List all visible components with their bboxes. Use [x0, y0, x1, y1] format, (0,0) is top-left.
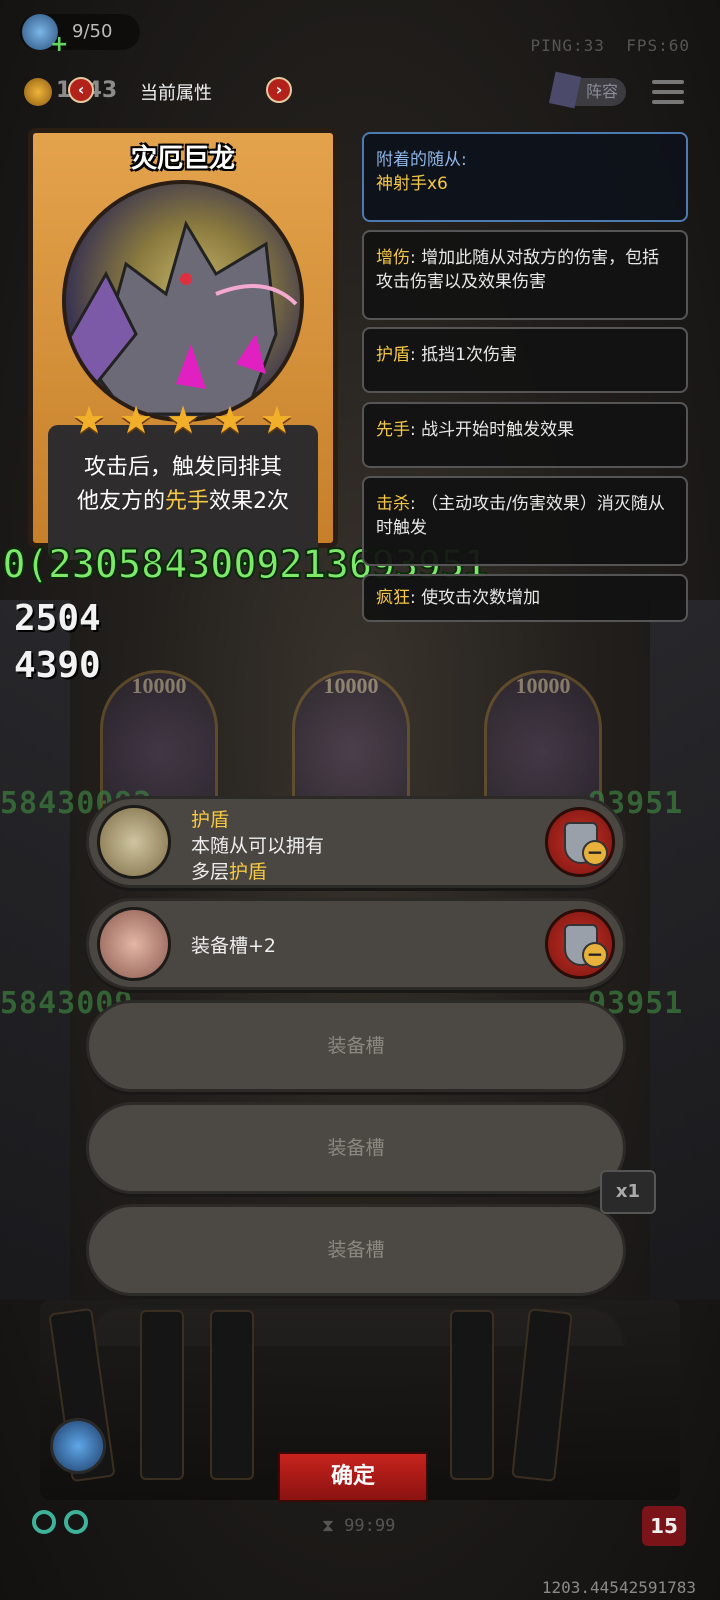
keyword-info-first-strike: 先手: 战斗开始时触发效果	[362, 402, 688, 468]
health-stat: 4390	[14, 645, 101, 686]
hero-name: 灾厄巨龙	[130, 144, 235, 174]
star-icon: ★	[118, 398, 154, 442]
equipment-desc: 多层护盾	[191, 861, 268, 883]
dragon-portrait	[62, 180, 304, 422]
keyword-info-shield: 护盾: 抵挡1次伤害	[362, 327, 688, 393]
menu-icon[interactable]	[652, 80, 684, 104]
equipment-name: 护盾	[191, 809, 230, 831]
hero-ability-description: 攻击后，触发同排其 他友方的先手效果2次	[48, 425, 318, 560]
attached-minion-info: 附着的随从: 神射手x6	[362, 132, 688, 222]
turn-timer: ⧗ 99:99	[322, 1516, 396, 1536]
equipment-slot-empty[interactable]: 装备槽	[86, 1204, 626, 1296]
top-bar: + 9/50 PING:33 FPS:60 1843 ‹ 当前属性 › 阵容	[0, 0, 720, 120]
hero-card: 灾厄巨龙 攻击后，触发同排其 他友方的先手效果2次 ★ ★ ★ ★ ★	[28, 128, 338, 603]
network-stats: PING:33 FPS:60	[531, 36, 691, 55]
player-level-badge: 15	[642, 1506, 686, 1546]
background-pillar-left	[0, 600, 70, 1300]
keyword-info-kill: 击杀: （主动攻击/伤害效果）消灭随从时触发	[362, 476, 688, 566]
mirror-icon	[97, 805, 171, 879]
coin-icon	[24, 78, 52, 106]
keyword-first-strike: 先手	[165, 489, 210, 514]
hand-card[interactable]	[450, 1310, 494, 1480]
equipment-slot-shield[interactable]: 护盾 本随从可以拥有 多层护盾 −	[86, 796, 626, 888]
energy-value: 9/50	[72, 21, 113, 42]
armor-icon	[97, 907, 171, 981]
next-attribute-button[interactable]: ›	[266, 77, 292, 103]
star-icon: ★	[259, 398, 294, 442]
star-icon: ★	[165, 398, 201, 442]
star-icon: ★	[212, 398, 247, 442]
keyword-info-frenzy: 疯狂: 使攻击次数增加	[362, 574, 688, 622]
plus-icon[interactable]: +	[50, 32, 68, 57]
background-pillar-right	[650, 600, 720, 1300]
equipment-slot-empty[interactable]: 装备槽	[86, 1000, 626, 1092]
ring-icon	[32, 1510, 56, 1534]
speed-toggle[interactable]: x1	[600, 1170, 656, 1214]
star-icon: ★	[72, 398, 107, 442]
minus-icon: −	[582, 942, 608, 968]
crystal-orb-icon	[50, 1418, 106, 1474]
page-title: 当前属性	[140, 83, 212, 104]
fps-value: FPS:60	[626, 36, 690, 55]
hand-card[interactable]	[210, 1310, 254, 1480]
remove-equipment-button[interactable]: −	[545, 807, 615, 877]
equipment-slot-empty[interactable]: 装备槽	[86, 1102, 626, 1194]
prev-attribute-button[interactable]: ‹	[68, 77, 94, 103]
minus-icon: −	[582, 840, 608, 866]
dragon-icon	[66, 220, 298, 416]
star-rating: ★ ★ ★ ★ ★	[72, 400, 294, 440]
confirm-button[interactable]: 确定	[278, 1452, 428, 1502]
ring-icon	[64, 1510, 88, 1534]
ping-value: PING:33	[530, 36, 605, 55]
remove-equipment-button[interactable]: −	[545, 909, 615, 979]
equipment-desc: 本随从可以拥有	[191, 835, 325, 857]
equipment-slot-armor[interactable]: 装备槽+2 −	[86, 898, 626, 990]
equipment-name: 装备槽+2	[191, 935, 277, 957]
energy-counter: + 9/50	[20, 14, 140, 57]
hand-card[interactable]	[140, 1310, 184, 1480]
session-id: 1203.44542591783	[541, 1578, 696, 1597]
keyword-info-boost: 增伤: 增加此随从对敌方的伤害，包括攻击伤害以及效果伤害	[362, 230, 688, 320]
attack-stat: 2504	[14, 598, 101, 639]
